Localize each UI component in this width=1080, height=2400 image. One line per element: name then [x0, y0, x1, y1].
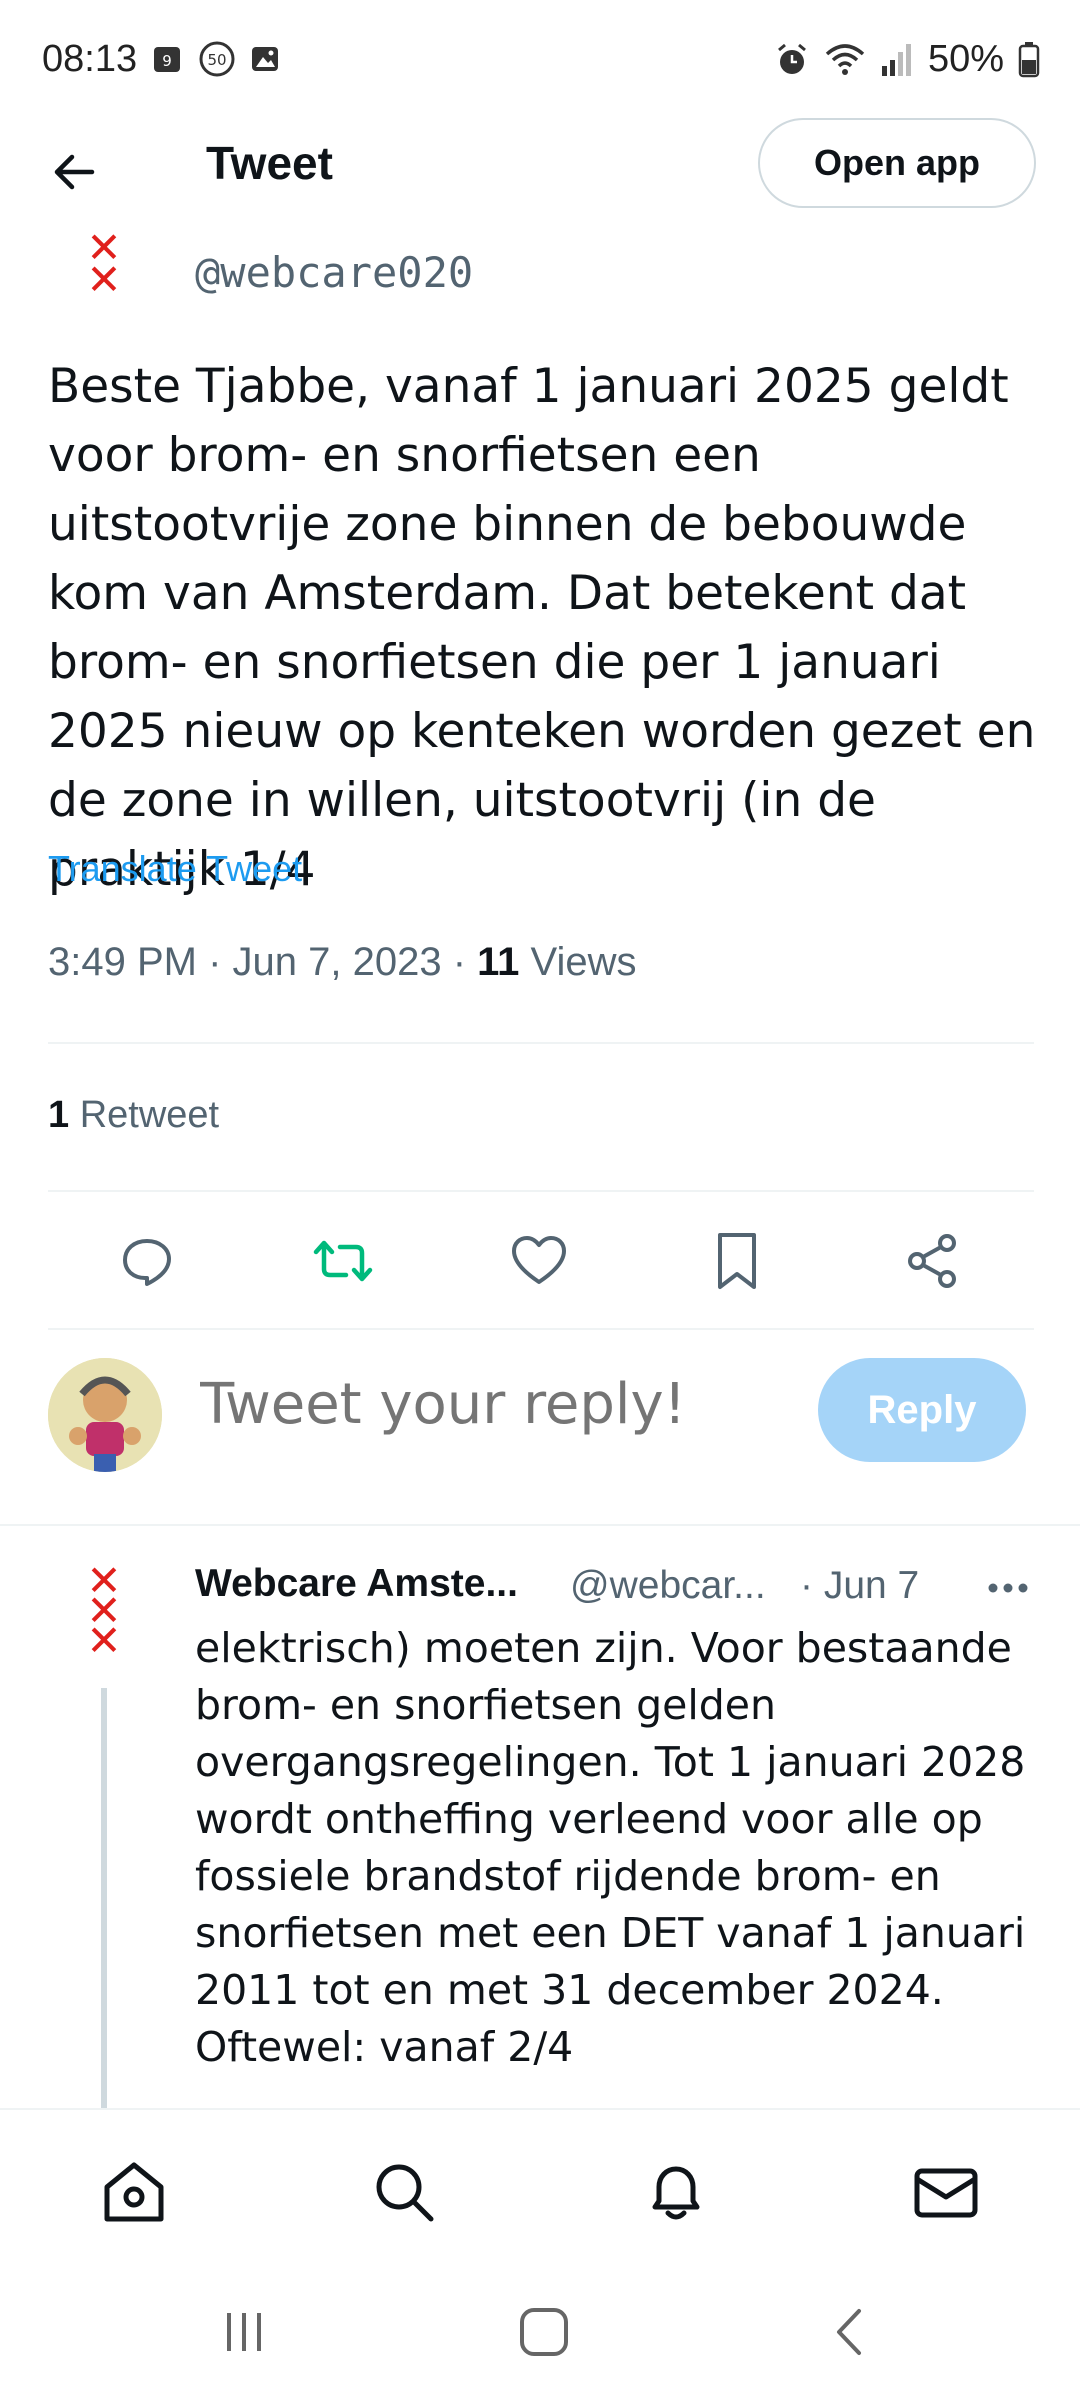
search-icon — [376, 2164, 434, 2222]
tweet-meta: 3:49 PM · Jun 7, 2023 · 11 Views — [48, 940, 637, 985]
share-icon — [908, 1234, 956, 1288]
page-title: Tweet — [206, 137, 333, 189]
share-button[interactable] — [898, 1226, 968, 1296]
divider — [48, 1328, 1034, 1330]
nav-search[interactable] — [364, 2152, 444, 2232]
amsterdam-logo-icon: ✕ ✕ ✕ — [86, 1557, 122, 1664]
more-dots-icon — [988, 1583, 1028, 1593]
reply-author-handle[interactable]: @webcar... — [570, 1564, 766, 1608]
top-app-bar: Tweet Open app — [0, 118, 1080, 218]
arrow-left-icon — [54, 154, 95, 190]
like-button[interactable] — [504, 1226, 574, 1296]
battery-icon — [1018, 41, 1040, 77]
tweet-text: Beste Tjabbe, vanaf 1 januari 2025 geldt… — [48, 359, 1036, 897]
reply-input[interactable] — [200, 1372, 700, 1437]
tweet-author-handle[interactable]: @webcare020 — [195, 248, 473, 297]
status-time: 08:13 — [42, 38, 138, 80]
alarm-icon — [777, 43, 806, 74]
views-count: 11 — [477, 940, 520, 984]
tweet-actions — [0, 1226, 1080, 1296]
system-navigation-bar — [0, 2262, 1080, 2400]
divider — [48, 1042, 1034, 1044]
more-options-button[interactable] — [980, 1560, 1036, 1616]
cartoon-avatar-icon — [48, 1358, 162, 1472]
home-system-button[interactable] — [504, 2292, 584, 2372]
retweets-stat[interactable]: 1 Retweet — [48, 1094, 219, 1137]
home-square-icon — [520, 2308, 568, 2356]
open-app-button[interactable]: Open app — [758, 118, 1036, 208]
reply-text: elektrisch) moeten zijn. Voor bestaande … — [195, 1624, 1026, 2071]
divider — [0, 1524, 1080, 1526]
back-button[interactable] — [44, 142, 104, 202]
views-label: Views — [519, 940, 637, 984]
avatar[interactable] — [48, 1358, 162, 1472]
speed-badge-icon: 50 — [199, 41, 235, 77]
retweet-icon — [313, 1240, 373, 1282]
reply-author-name[interactable]: Webcare Amste... — [195, 1562, 518, 1606]
divider — [48, 1190, 1034, 1192]
nav-messages[interactable] — [906, 2152, 986, 2232]
heart-icon — [512, 1236, 566, 1284]
back-system-button[interactable] — [810, 2292, 890, 2372]
svg-text:9: 9 — [162, 52, 172, 70]
battery-percent: 50% — [927, 38, 1004, 80]
bookmark-icon — [718, 1233, 756, 1289]
chevron-left-icon — [837, 2309, 861, 2355]
status-bar: 08:13 9 50 50% — [0, 0, 1080, 120]
home-icon — [104, 2162, 164, 2222]
speech-bubble-icon — [123, 1239, 171, 1286]
wifi-icon — [825, 43, 865, 75]
bell-icon — [652, 2166, 700, 2220]
tweet-timestamp: 3:49 PM · Jun 7, 2023 · — [48, 940, 478, 984]
translate-tweet-link[interactable]: Translate Tweet — [48, 848, 302, 890]
svg-text:50: 50 — [207, 51, 226, 69]
retweet-button[interactable] — [308, 1226, 378, 1296]
amsterdam-logo-icon: ✕ ✕ — [86, 224, 122, 303]
thread-line — [101, 1688, 107, 2108]
reply-button[interactable] — [112, 1226, 182, 1296]
bottom-navigation — [0, 2108, 1080, 2258]
signal-icon — [881, 43, 911, 76]
nav-home[interactable] — [94, 2152, 174, 2232]
recent-apps-icon — [227, 2313, 261, 2351]
recent-apps-button[interactable] — [204, 2292, 284, 2372]
calendar-notification-icon: 9 — [154, 47, 180, 72]
nav-notifications[interactable] — [636, 2152, 716, 2232]
gallery-icon — [252, 47, 278, 71]
status-right-group: 50% — [774, 38, 1040, 81]
envelope-icon — [914, 2168, 978, 2218]
retweets-count: 1 — [48, 1094, 70, 1136]
reply-date[interactable]: · Jun 7 — [800, 1564, 919, 1608]
reply-submit-button[interactable]: Reply — [818, 1358, 1026, 1462]
bookmark-button[interactable] — [702, 1226, 772, 1296]
retweets-label: Retweet — [69, 1094, 220, 1136]
